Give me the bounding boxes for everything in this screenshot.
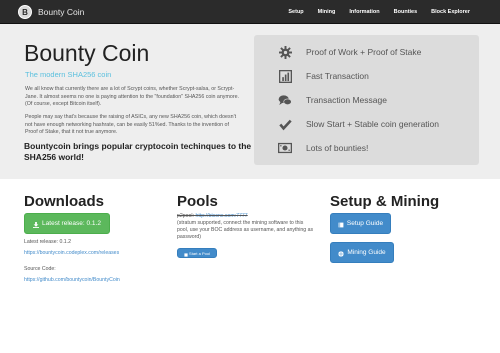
start-pool-label: Start a Pool — [189, 250, 210, 256]
source-code-label: Source Code: — [24, 266, 56, 272]
comments-icon — [278, 93, 292, 107]
nav-block-explorer[interactable]: Block Explorer — [431, 9, 470, 15]
main-nav: Setup Mining Information Bounties Block … — [288, 0, 500, 24]
feature-pow-pos: Proof of Work + Proof of Stake — [278, 45, 421, 59]
feature-label: Fast Transaction — [306, 71, 369, 81]
jumbotron: Bounty Coin The modern SHA256 coin We al… — [0, 24, 500, 179]
github-link[interactable]: https://github.com/bountycoin/BountyCoin — [24, 277, 120, 284]
feature-label: Slow Start + Stable coin generation — [306, 119, 440, 129]
intro-paragraph: We all know that currently there are a l… — [25, 86, 239, 107]
setup-guide-label: Setup Guide — [346, 220, 384, 227]
setup-guide-button[interactable]: Setup Guide — [330, 213, 391, 234]
pos-paragraph: People may say that's because the raisin… — [25, 114, 237, 135]
mining-guide-button[interactable]: Mining Guide — [330, 242, 394, 263]
pool-link[interactable]: http://btccns.com:7777 — [195, 213, 247, 219]
download-icon — [33, 215, 40, 233]
latest-release-label: Latest release: 0.1.2 — [24, 239, 72, 245]
feature-label: Proof of Work + Proof of Stake — [306, 47, 422, 57]
pool-icon — [184, 244, 188, 262]
feature-transaction-message: Transaction Message — [278, 93, 387, 107]
downloads-heading: Downloads — [24, 193, 105, 210]
feature-bounties: Lots of bounties! — [278, 141, 368, 155]
setup-mining-heading: Setup & Mining — [330, 193, 440, 210]
nav-setup[interactable]: Setup — [288, 9, 303, 15]
bar-chart-icon — [278, 69, 292, 83]
feature-fast-transaction: Fast Transaction — [278, 69, 369, 83]
pool-prefix: p2pool: — [177, 213, 195, 219]
bountycoin-logo-icon: B — [18, 5, 32, 19]
pool-entry: p2pool: http://btccns.com:7777 — [177, 213, 248, 220]
navbar: B Bounty Coin Setup Mining Information B… — [0, 0, 500, 24]
pools-heading: Pools — [177, 193, 218, 210]
book-icon — [338, 215, 344, 233]
check-icon — [278, 117, 292, 131]
feature-label: Transaction Message — [306, 95, 387, 105]
mining-guide-label: Mining Guide — [347, 249, 386, 256]
releases-link[interactable]: https://bountycoin.codeplex.com/releases — [24, 250, 119, 257]
download-latest-button[interactable]: Latest release: 0.1.2 — [24, 213, 110, 234]
money-icon — [278, 141, 292, 155]
nav-mining[interactable]: Mining — [318, 9, 336, 15]
pool-description: (stratum supported, connect the mining s… — [177, 220, 314, 240]
download-button-label: Latest release: 0.1.2 — [42, 220, 101, 227]
globe-icon — [338, 244, 345, 262]
nav-bounties[interactable]: Bounties — [394, 9, 418, 15]
hero-subheading: Bountycoin brings popular cryptocoin tec… — [24, 141, 252, 162]
hero-tagline: The modern SHA256 coin — [25, 70, 112, 79]
brand-name: Bounty Coin — [38, 7, 85, 17]
feature-label: Lots of bounties! — [306, 143, 369, 153]
brand-link[interactable]: B Bounty Coin — [18, 4, 84, 20]
start-pool-button[interactable]: Start a Pool — [177, 248, 217, 258]
feature-slow-start: Slow Start + Stable coin generation — [278, 117, 439, 131]
features-panel: Proof of Work + Proof of Stake Fast Tran… — [254, 35, 479, 165]
nav-information[interactable]: Information — [349, 9, 379, 15]
gear-icon — [278, 45, 292, 59]
page-title: Bounty Coin — [24, 40, 150, 66]
